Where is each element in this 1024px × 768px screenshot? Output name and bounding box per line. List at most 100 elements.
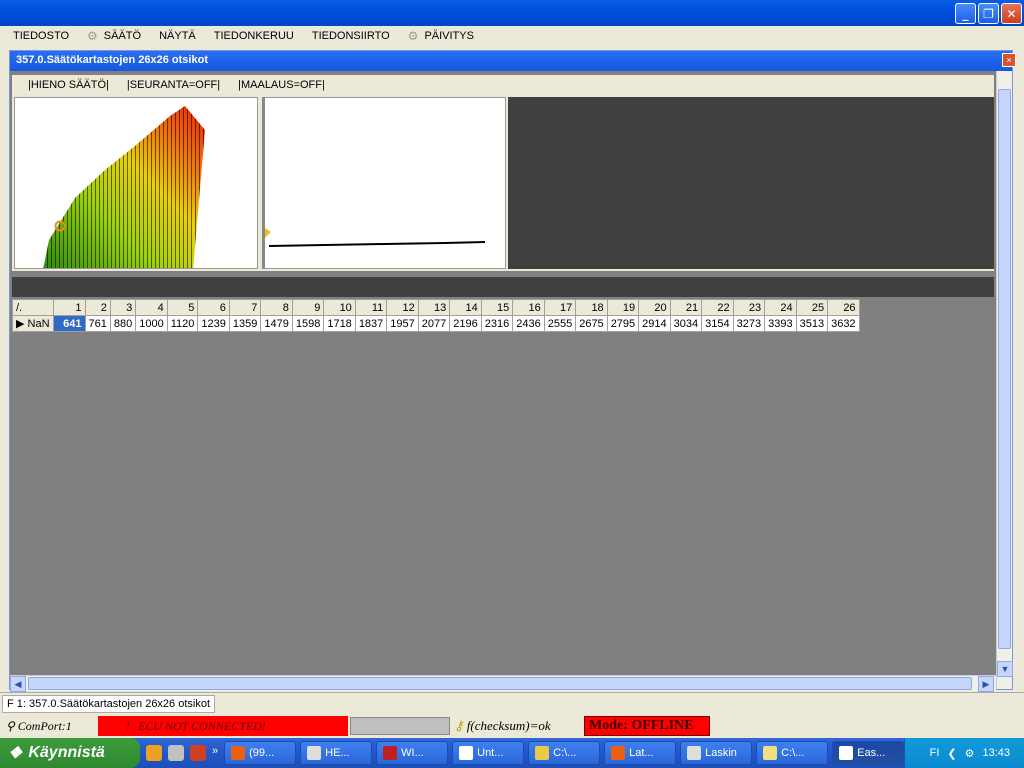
vertical-scroll-thumb[interactable] xyxy=(998,89,1011,649)
notepad-icon xyxy=(763,746,778,760)
col-header[interactable]: 22 xyxy=(701,299,734,316)
taskbar-item[interactable]: HE... xyxy=(300,741,373,765)
table-cell[interactable]: 1718 xyxy=(323,315,356,332)
taskbar-item[interactable]: Laskin xyxy=(680,741,753,765)
paint-icon xyxy=(459,746,474,760)
menu-nayta[interactable]: NÄYTÄ xyxy=(150,30,205,42)
col-header[interactable]: 20 xyxy=(638,299,671,316)
tracking-toggle[interactable]: |SEURANTA=OFF| xyxy=(127,79,220,91)
2d-curve-view[interactable] xyxy=(262,97,506,269)
taskbar-item[interactable]: C:\... xyxy=(528,741,601,765)
horizontal-scrollbar[interactable]: ◀ ▶ xyxy=(10,675,996,692)
minimize-button[interactable]: _ xyxy=(955,3,976,24)
table-cell[interactable]: 1000 xyxy=(135,315,168,332)
table-cell[interactable]: 3154 xyxy=(701,315,734,332)
antenna-icon: ⚲ xyxy=(6,718,18,733)
table-cell[interactable]: 1359 xyxy=(228,315,262,332)
table-cell[interactable]: 3632 xyxy=(827,315,860,332)
taskbar-item[interactable]: WI... xyxy=(376,741,449,765)
fine-tune-toggle[interactable]: |HIENO SÄÄTÖ| xyxy=(28,79,109,91)
quick-launch: » xyxy=(140,745,224,761)
table-cell[interactable]: 1598 xyxy=(291,315,325,332)
taskbar-item[interactable]: C:\... xyxy=(756,741,829,765)
table-cell[interactable]: 880 xyxy=(109,315,137,332)
table-cell[interactable]: 1239 xyxy=(197,315,230,332)
col-header[interactable]: 10 xyxy=(323,299,356,316)
col-header[interactable]: 1 xyxy=(52,299,86,316)
quicklaunch-icon[interactable] xyxy=(168,745,184,761)
taskbar-item-label: Unt... xyxy=(477,747,504,759)
menu-tiedonkeruu[interactable]: TIEDONKERUU xyxy=(205,30,303,42)
col-header[interactable]: 6 xyxy=(197,299,230,316)
scroll-down-button[interactable]: ▼ xyxy=(997,661,1013,677)
col-header[interactable]: 11 xyxy=(354,299,388,316)
vertical-scrollbar[interactable]: ▼ xyxy=(996,71,1013,689)
menu-tiedosto[interactable]: TIEDOSTO xyxy=(4,30,78,42)
col-header[interactable]: 25 xyxy=(795,299,829,316)
clock[interactable]: 13:43 xyxy=(982,747,1010,759)
table-cell[interactable]: 2555 xyxy=(543,315,577,332)
col-header[interactable]: 3 xyxy=(109,299,137,316)
taskbar-item[interactable]: Lat... xyxy=(604,741,677,765)
scroll-right-button[interactable]: ▶ xyxy=(978,676,994,692)
col-header[interactable]: 7 xyxy=(228,299,262,316)
col-header[interactable]: 4 xyxy=(135,299,168,316)
menu-tiedonsiirto[interactable]: TIEDONSIIRTO xyxy=(303,30,399,42)
col-header[interactable]: 26 xyxy=(827,299,860,316)
language-indicator[interactable]: FI xyxy=(930,747,940,759)
folder-icon xyxy=(535,746,550,760)
table-cell[interactable]: 2316 xyxy=(480,315,514,332)
table-cell[interactable]: 2795 xyxy=(606,315,640,332)
col-header[interactable]: 21 xyxy=(669,299,703,316)
table-cell[interactable]: 761 xyxy=(84,315,111,332)
col-header[interactable]: 14 xyxy=(449,299,482,316)
chevron-icon[interactable]: » xyxy=(212,745,218,761)
close-button[interactable]: ✕ xyxy=(1001,3,1022,24)
table-cell[interactable]: 1957 xyxy=(386,315,419,332)
col-header[interactable]: 12 xyxy=(386,299,419,316)
quicklaunch-icon[interactable] xyxy=(146,745,162,761)
row-header[interactable]: ▶ NaN xyxy=(12,315,54,332)
horizontal-scroll-thumb[interactable] xyxy=(28,677,972,690)
table-cell[interactable]: 3393 xyxy=(764,315,797,332)
table-cell[interactable]: 3034 xyxy=(669,315,703,332)
table-cell[interactable]: 2914 xyxy=(638,315,671,332)
col-header[interactable]: 13 xyxy=(417,299,451,316)
table-cell[interactable]: 1479 xyxy=(260,315,293,332)
menu-paivitys[interactable]: ⚙ PÄIVITYS xyxy=(399,29,483,43)
table-cell[interactable]: 2675 xyxy=(575,315,608,332)
table-cell[interactable]: 2196 xyxy=(449,315,482,332)
table-cell[interactable]: 3513 xyxy=(795,315,829,332)
col-header[interactable]: 2 xyxy=(84,299,111,316)
table-cell[interactable]: 2077 xyxy=(417,315,451,332)
table-cell[interactable]: 641 xyxy=(52,315,86,332)
scroll-left-button[interactable]: ◀ xyxy=(10,676,26,692)
col-header[interactable]: 16 xyxy=(512,299,545,316)
network-icon[interactable]: ⚙ xyxy=(965,747,975,760)
col-header[interactable]: 24 xyxy=(764,299,797,316)
table-cell[interactable]: 3273 xyxy=(732,315,766,332)
table-cell[interactable]: 1837 xyxy=(354,315,388,332)
table-cell[interactable]: 2436 xyxy=(512,315,545,332)
start-button[interactable]: ❖ Käynnistä xyxy=(0,738,140,768)
taskbar-item[interactable]: (99... xyxy=(224,741,297,765)
quicklaunch-icon[interactable] xyxy=(190,745,206,761)
document-tab[interactable]: F 1: 357.0.Säätökartastojen 26x26 otsiko… xyxy=(2,695,216,713)
col-header[interactable]: 19 xyxy=(606,299,640,316)
taskbar-item[interactable]: Unt... xyxy=(452,741,525,765)
menu-saato[interactable]: ⚙ SÄÄTÖ xyxy=(78,29,150,43)
col-header[interactable]: 18 xyxy=(575,299,608,316)
map-window-close-button[interactable]: × xyxy=(1002,53,1016,67)
3d-map-view[interactable] xyxy=(14,97,258,269)
restore-button[interactable]: ❐ xyxy=(978,3,999,24)
col-header[interactable]: 15 xyxy=(480,299,514,316)
table-cell[interactable]: 1120 xyxy=(166,315,199,332)
col-header[interactable]: 5 xyxy=(166,299,199,316)
col-header[interactable]: 17 xyxy=(543,299,577,316)
col-header[interactable]: 23 xyxy=(732,299,766,316)
taskbar-item-active[interactable]: Eas... xyxy=(832,741,905,765)
tray-expand-icon[interactable]: ❮ xyxy=(947,747,956,760)
col-header[interactable]: 8 xyxy=(260,299,293,316)
col-header[interactable]: 9 xyxy=(291,299,325,316)
paint-toggle[interactable]: |MAALAUS=OFF| xyxy=(238,79,325,91)
